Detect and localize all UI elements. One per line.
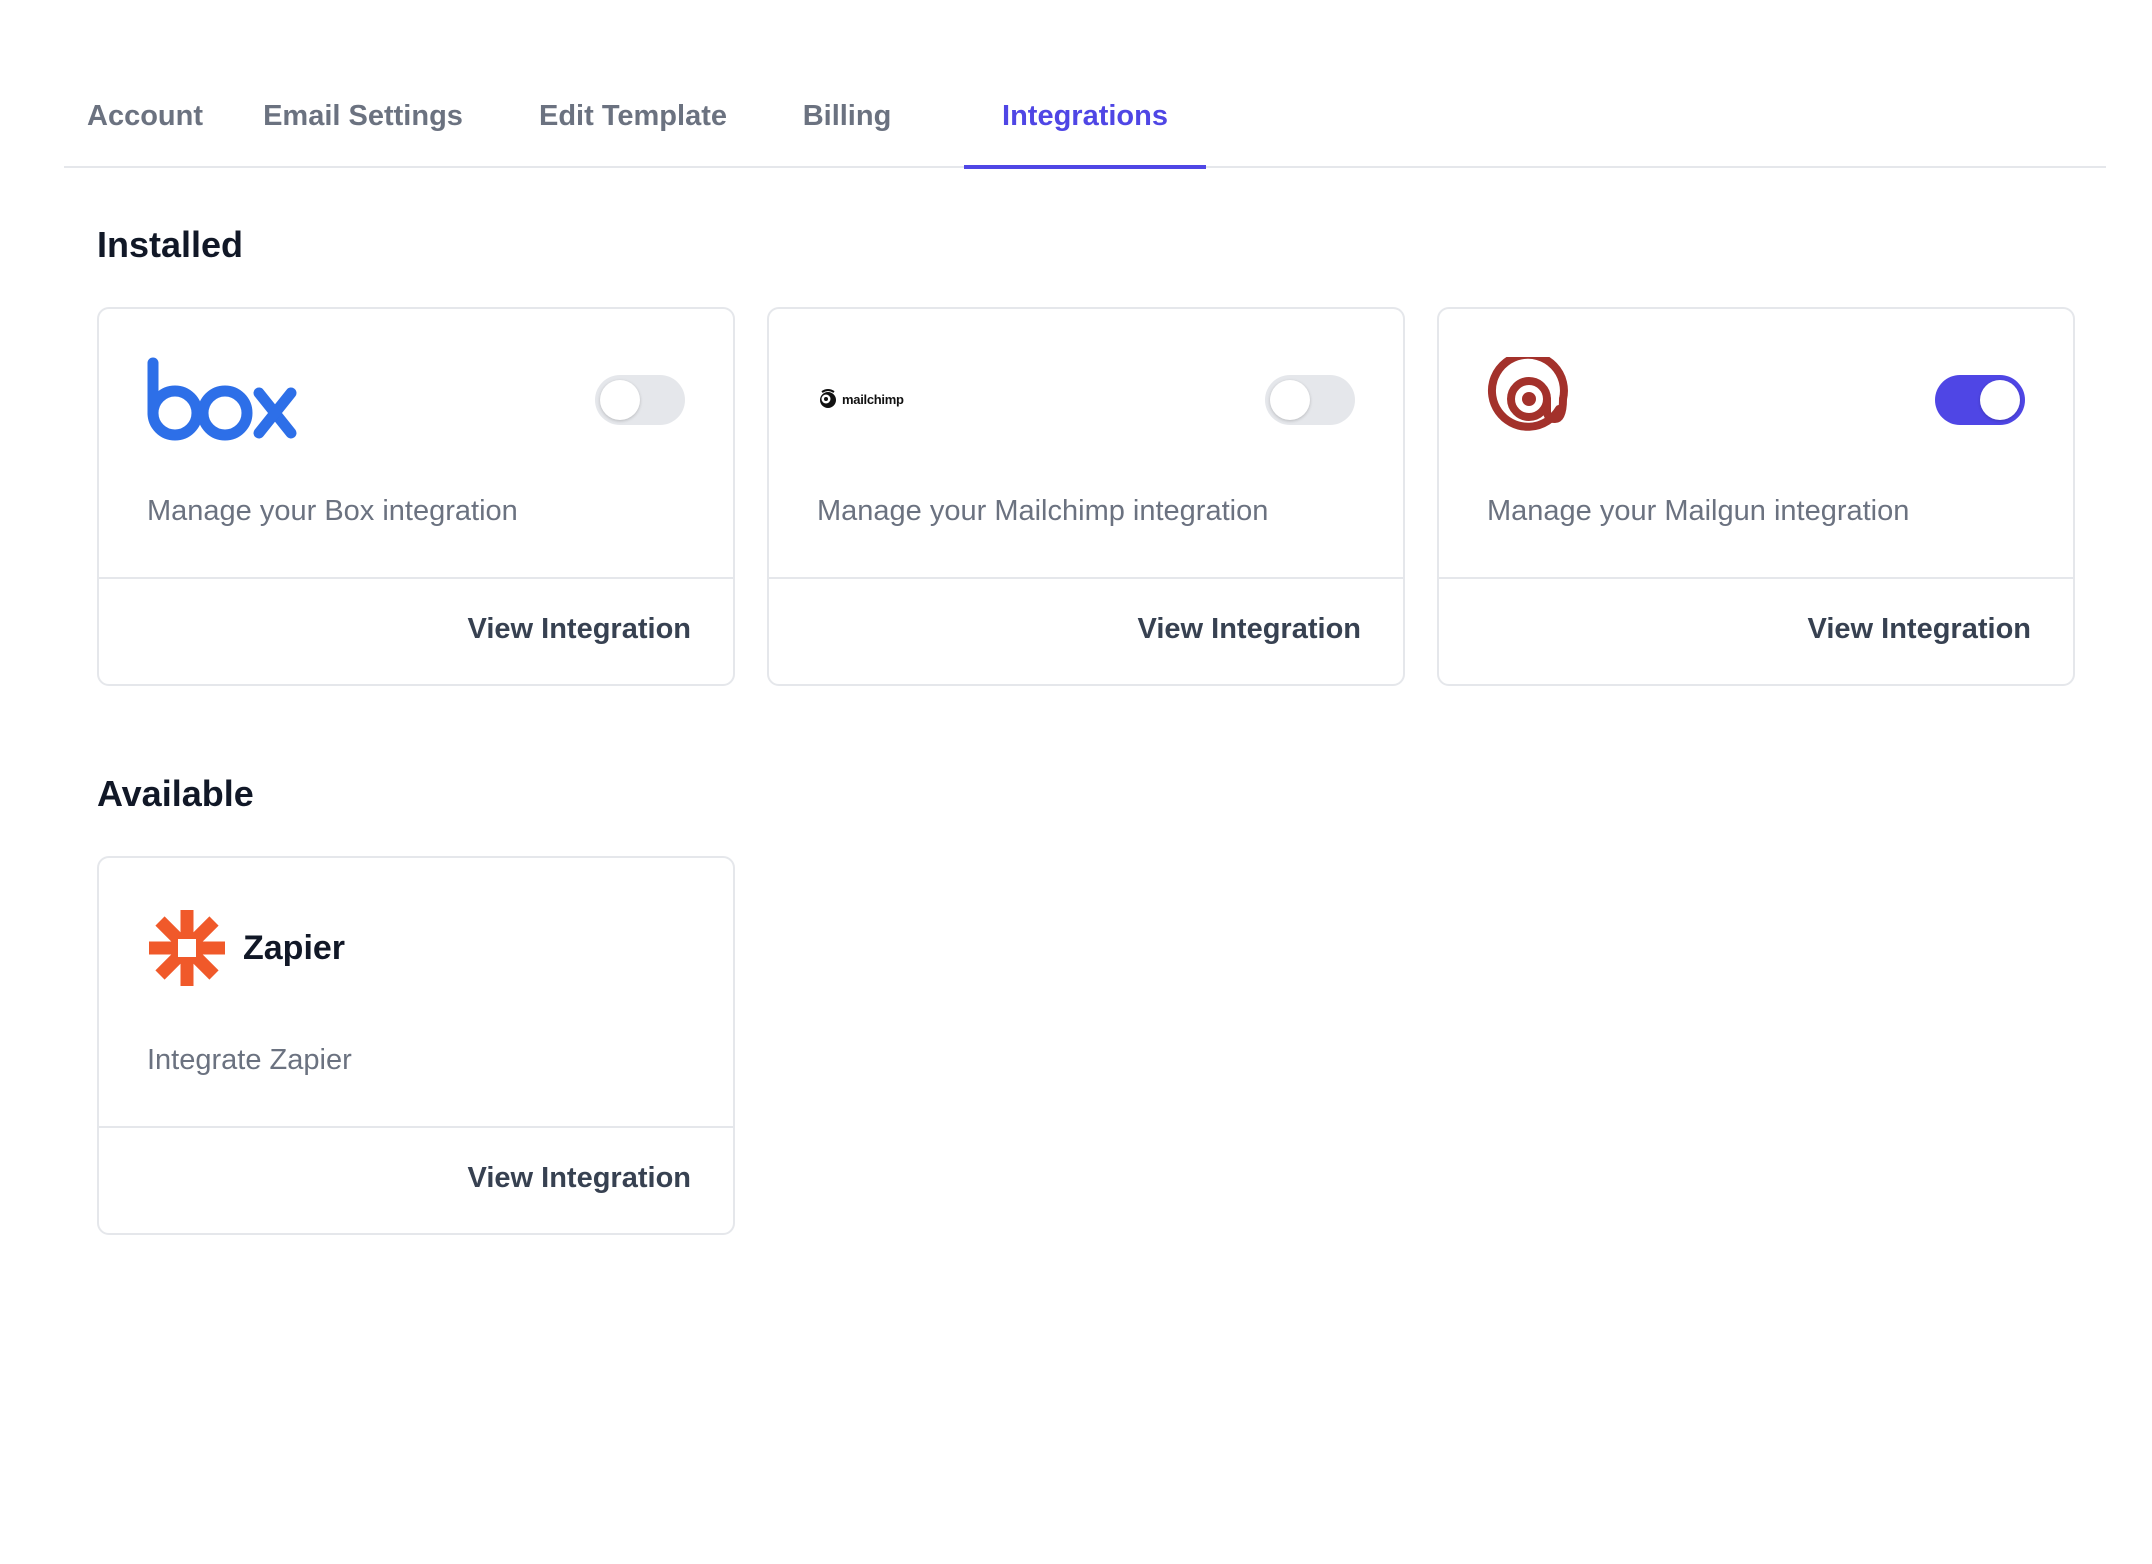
card-footer: View Integration xyxy=(769,577,1403,684)
mailchimp-integration-card: mailchimp Manage your Mailchimp integrat… xyxy=(767,307,1405,686)
mailgun-logo xyxy=(1487,357,1571,441)
zapier-integration-card: Zapier Integrate Zapier View Integration xyxy=(97,856,735,1235)
card-description: Manage your Mailchimp integration xyxy=(817,495,1269,527)
card-body: mailchimp Manage your Mailchimp integrat… xyxy=(769,309,1403,579)
tab-label: Integrations xyxy=(1002,100,1168,132)
view-integration-button[interactable]: View Integration xyxy=(1138,613,1361,646)
card-description: Integrate Zapier xyxy=(147,1044,352,1076)
toggle-knob xyxy=(600,380,640,420)
toggle-knob xyxy=(1270,380,1310,420)
mailgun-toggle[interactable] xyxy=(1935,375,2025,425)
card-body: Manage your Box integration xyxy=(99,309,733,579)
view-integration-button[interactable]: View Integration xyxy=(468,1162,691,1195)
tab-billing[interactable]: Billing xyxy=(766,80,928,168)
box-integration-card: Manage your Box integration View Integra… xyxy=(97,307,735,686)
mailchimp-logo: mailchimp xyxy=(817,357,904,441)
box-logo xyxy=(147,357,297,441)
tab-label: Billing xyxy=(802,100,892,132)
zapier-logo: Zapier xyxy=(147,906,345,990)
tab-edit-template[interactable]: Edit Template xyxy=(500,80,766,168)
zapier-name: Zapier xyxy=(243,928,346,967)
box-toggle[interactable] xyxy=(595,375,685,425)
card-description: Manage your Box integration xyxy=(147,495,518,527)
tab-email-settings[interactable]: Email Settings xyxy=(226,80,500,168)
mailchimp-toggle[interactable] xyxy=(1265,375,1355,425)
card-footer: View Integration xyxy=(99,577,733,684)
tab-label: Edit Template xyxy=(539,100,727,132)
tab-account[interactable]: Account xyxy=(64,80,226,168)
view-integration-button[interactable]: View Integration xyxy=(468,613,691,646)
mailchimp-wordmark: mailchimp xyxy=(842,391,904,407)
settings-tabs: Account Email Settings Edit Template Bil… xyxy=(64,80,2106,169)
card-footer: View Integration xyxy=(1439,577,2073,684)
card-body: Zapier Integrate Zapier xyxy=(99,858,733,1128)
installed-heading: Installed xyxy=(97,224,244,265)
tab-label: Account xyxy=(87,100,203,132)
tab-integrations[interactable]: Integrations xyxy=(964,80,1206,169)
tab-label: Email Settings xyxy=(263,100,463,132)
box-logo-icon xyxy=(147,357,297,441)
card-description: Manage your Mailgun integration xyxy=(1487,495,1910,527)
mailgun-at-icon xyxy=(1487,357,1568,431)
integrations-page: Account Email Settings Edit Template Bil… xyxy=(0,0,2152,1564)
card-footer: View Integration xyxy=(99,1126,733,1233)
toggle-knob xyxy=(1980,380,2020,420)
zapier-asterisk-icon xyxy=(149,910,225,986)
view-integration-button[interactable]: View Integration xyxy=(1808,613,2031,646)
card-body: Manage your Mailgun integration xyxy=(1439,309,2073,579)
mailgun-integration-card: Manage your Mailgun integration View Int… xyxy=(1437,307,2075,686)
available-heading: Available xyxy=(97,773,254,814)
mailchimp-icon xyxy=(820,389,836,408)
